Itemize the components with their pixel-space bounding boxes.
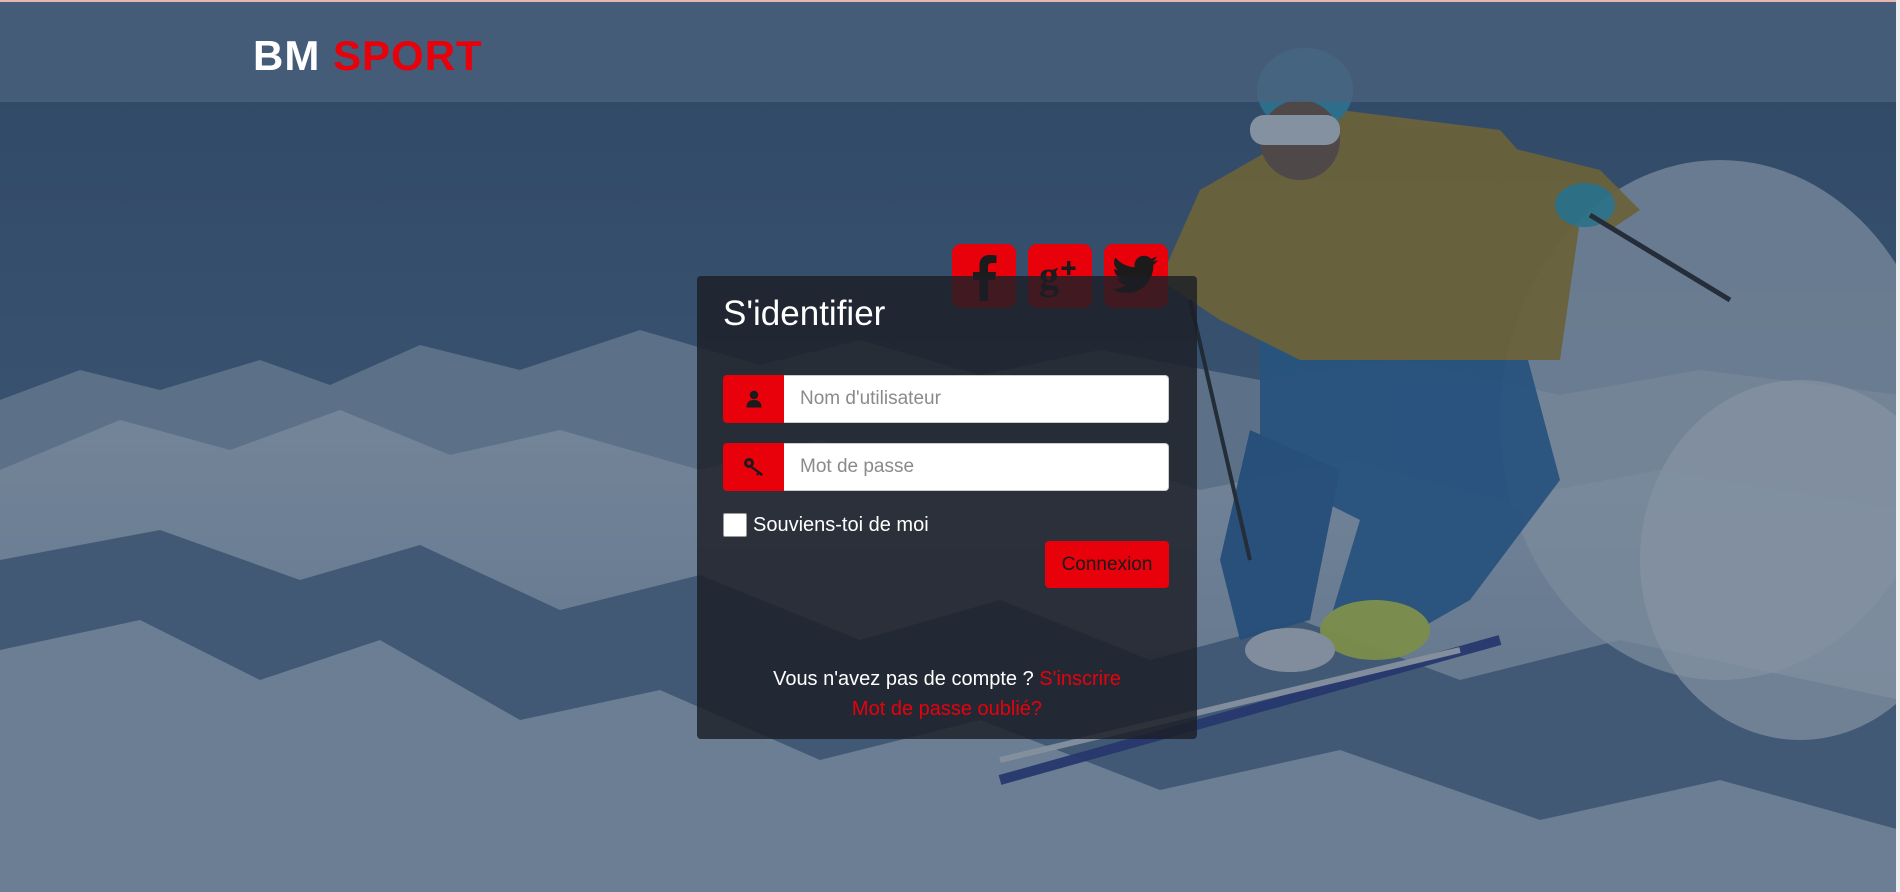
account-links: Vous n'avez pas de compte ? S'inscrire M…: [697, 664, 1197, 724]
login-card: S'identifier Souviens-toi: [697, 276, 1197, 739]
username-input[interactable]: [784, 375, 1169, 423]
password-input[interactable]: [784, 443, 1169, 491]
remember-me: Souviens-toi de moi: [723, 513, 929, 537]
brand-logo-part2: SPORT: [333, 32, 483, 79]
signup-line: Vous n'avez pas de compte ? S'inscrire: [697, 664, 1197, 694]
key-icon: [743, 458, 763, 476]
scrollbar-edge: [1896, 0, 1900, 892]
signup-link[interactable]: S'inscrire: [1039, 668, 1121, 690]
login-title: S'identifier: [723, 294, 886, 333]
user-icon: [746, 390, 761, 408]
forgot-password-link[interactable]: Mot de passe oublié?: [852, 698, 1042, 720]
login-page: BM SPORT g S'identifier: [0, 0, 1900, 892]
username-input-group: [723, 375, 1169, 423]
forgot-line: Mot de passe oublié?: [697, 694, 1197, 724]
top-navbar: BM SPORT: [0, 0, 1900, 102]
password-addon: [723, 443, 784, 491]
remember-me-label[interactable]: Souviens-toi de moi: [753, 514, 929, 537]
password-input-group: [723, 443, 1169, 491]
remember-me-checkbox[interactable]: [723, 513, 747, 537]
brand-logo-part1: BM: [253, 32, 321, 79]
login-button[interactable]: Connexion: [1045, 541, 1169, 588]
username-addon: [723, 375, 784, 423]
no-account-text: Vous n'avez pas de compte ?: [773, 668, 1034, 690]
brand-logo[interactable]: BM SPORT: [253, 32, 483, 80]
